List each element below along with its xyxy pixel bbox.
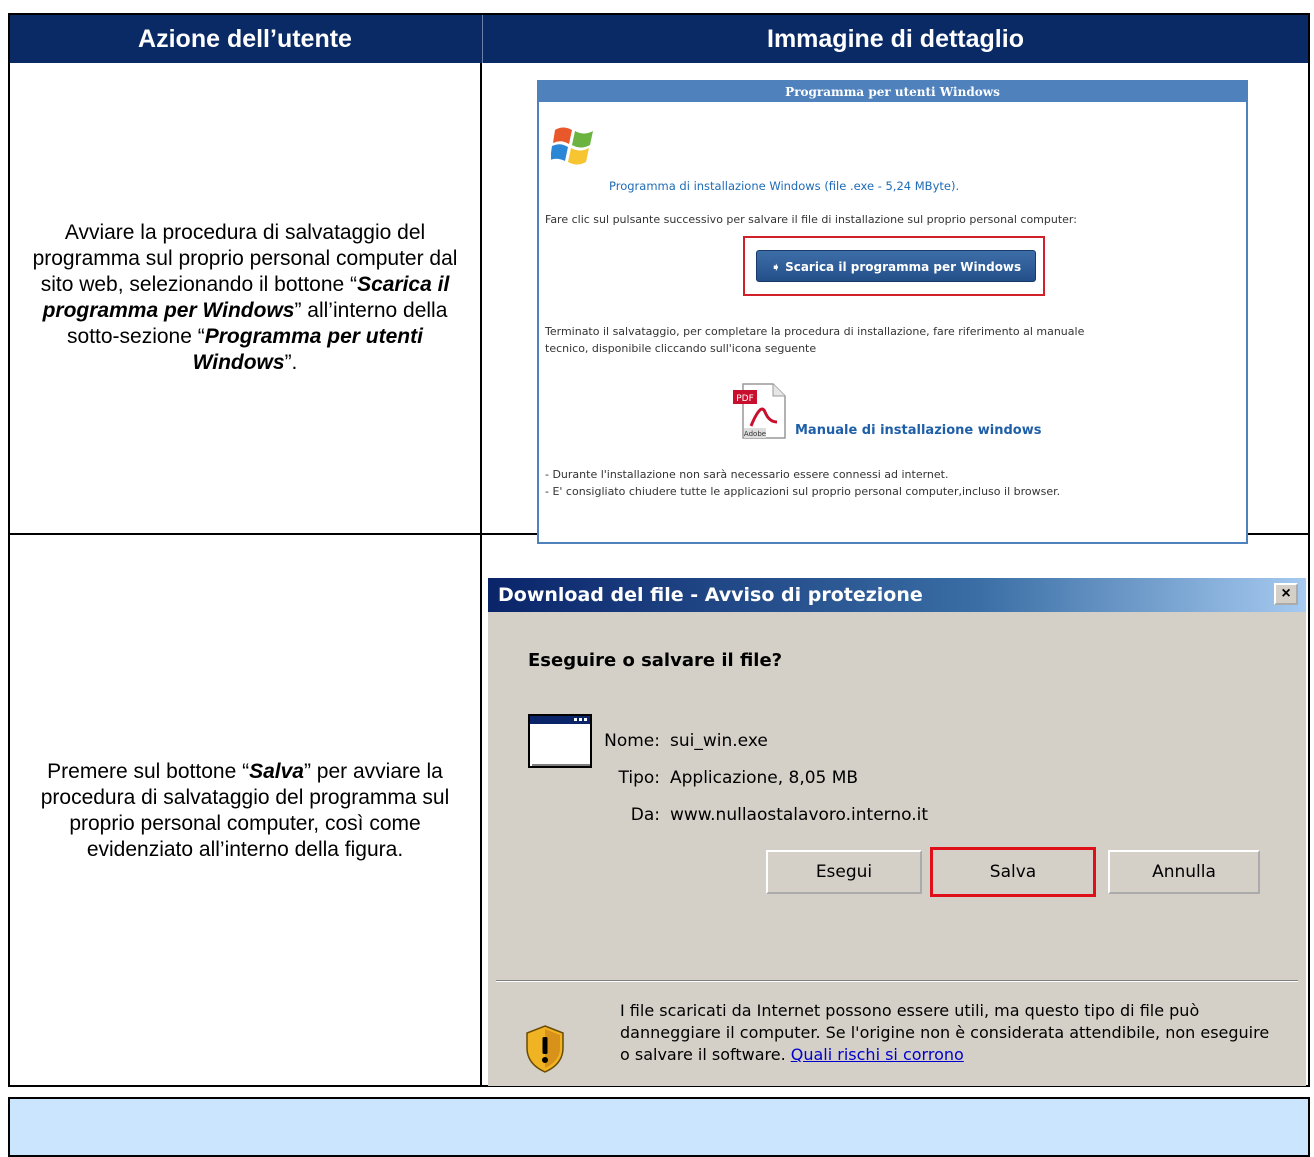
from-value: www.nullaostalavoro.interno.it <box>670 805 929 825</box>
after-text-line1: Terminato il salvataggio, per completare… <box>545 325 1085 338</box>
after-text-line2: tecnico, disponibile cliccando sull'icon… <box>545 342 817 355</box>
manual-link[interactable]: Manuale di installazione windows <box>795 423 1041 438</box>
risk-link[interactable]: Quali rischi si corrono <box>791 1045 964 1064</box>
header-user-action: Azione dell’utente <box>138 24 352 53</box>
download-button-highlight: ➧ Scarica il programma per Windows <box>743 236 1045 296</box>
row1-instruction: Avviare la procedura di salvataggio del … <box>10 220 480 376</box>
installer-label: Programma di installazione Windows (file… <box>609 179 960 193</box>
type-label: Tipo: <box>618 768 660 788</box>
row1-text-bold-section: Programma per utenti Windows <box>192 325 423 374</box>
name-value: sui_win.exe <box>670 731 768 751</box>
pdf-icon[interactable]: PDF Adobe <box>731 382 787 440</box>
header-detail-image: Immagine di dettaglio <box>482 15 1308 63</box>
row2-text-a: Premere sul bottone “ <box>47 760 250 783</box>
type-value: Applicazione, 8,05 MB <box>670 768 859 788</box>
windows-program-panel: Programma per utenti Windows Programma d… <box>537 80 1248 544</box>
row2-instruction: Premere sul bottone “Salva” per avviare … <box>10 759 480 863</box>
download-dialog: Download del file - Avviso di protezione… <box>488 578 1306 1086</box>
row1-instruction-cell: Avviare la procedura di salvataggio del … <box>10 63 480 533</box>
table-header: Azione dell’utente Immagine di dettaglio <box>10 15 1308 63</box>
pdf-brand-text: Adobe <box>744 430 766 438</box>
from-label: Da: <box>630 805 660 825</box>
windows-logo-icon <box>551 127 593 165</box>
close-icon[interactable]: × <box>1274 583 1298 605</box>
row1-text-c: ”. <box>284 351 298 374</box>
cancel-button[interactable]: Annulla <box>1108 850 1260 894</box>
row2-text-bold-salva: Salva <box>249 760 304 783</box>
note-line2: - E' consigliato chiudere tutte le appli… <box>545 485 1061 498</box>
dialog-question: Eseguire o salvare il file? <box>528 650 783 671</box>
click-instruction: Fare clic sul pulsante successivo per sa… <box>545 213 1077 226</box>
run-button[interactable]: Esegui <box>766 850 922 894</box>
pdf-badge-text: PDF <box>736 394 754 404</box>
panel-title: Programma per utenti Windows <box>539 82 1246 102</box>
warning-shield-icon <box>526 1025 564 1073</box>
note-line1: - Durante l'installazione non sarà neces… <box>545 468 949 481</box>
download-button-label: Scarica il programma per Windows <box>785 260 1022 274</box>
next-section-band <box>8 1097 1310 1157</box>
dialog-title: Download del file - Avviso di protezione <box>488 578 1306 612</box>
row2-instruction-cell: Premere sul bottone “Salva” per avviare … <box>10 535 480 1087</box>
column-divider <box>480 63 482 1085</box>
save-button[interactable]: Salva <box>930 847 1096 897</box>
download-windows-button[interactable]: ➧ Scarica il programma per Windows <box>756 250 1036 282</box>
name-label: Nome: <box>604 731 660 751</box>
dialog-separator <box>496 980 1298 982</box>
warning-text: I file scaricati da Internet possono ess… <box>620 1000 1280 1066</box>
